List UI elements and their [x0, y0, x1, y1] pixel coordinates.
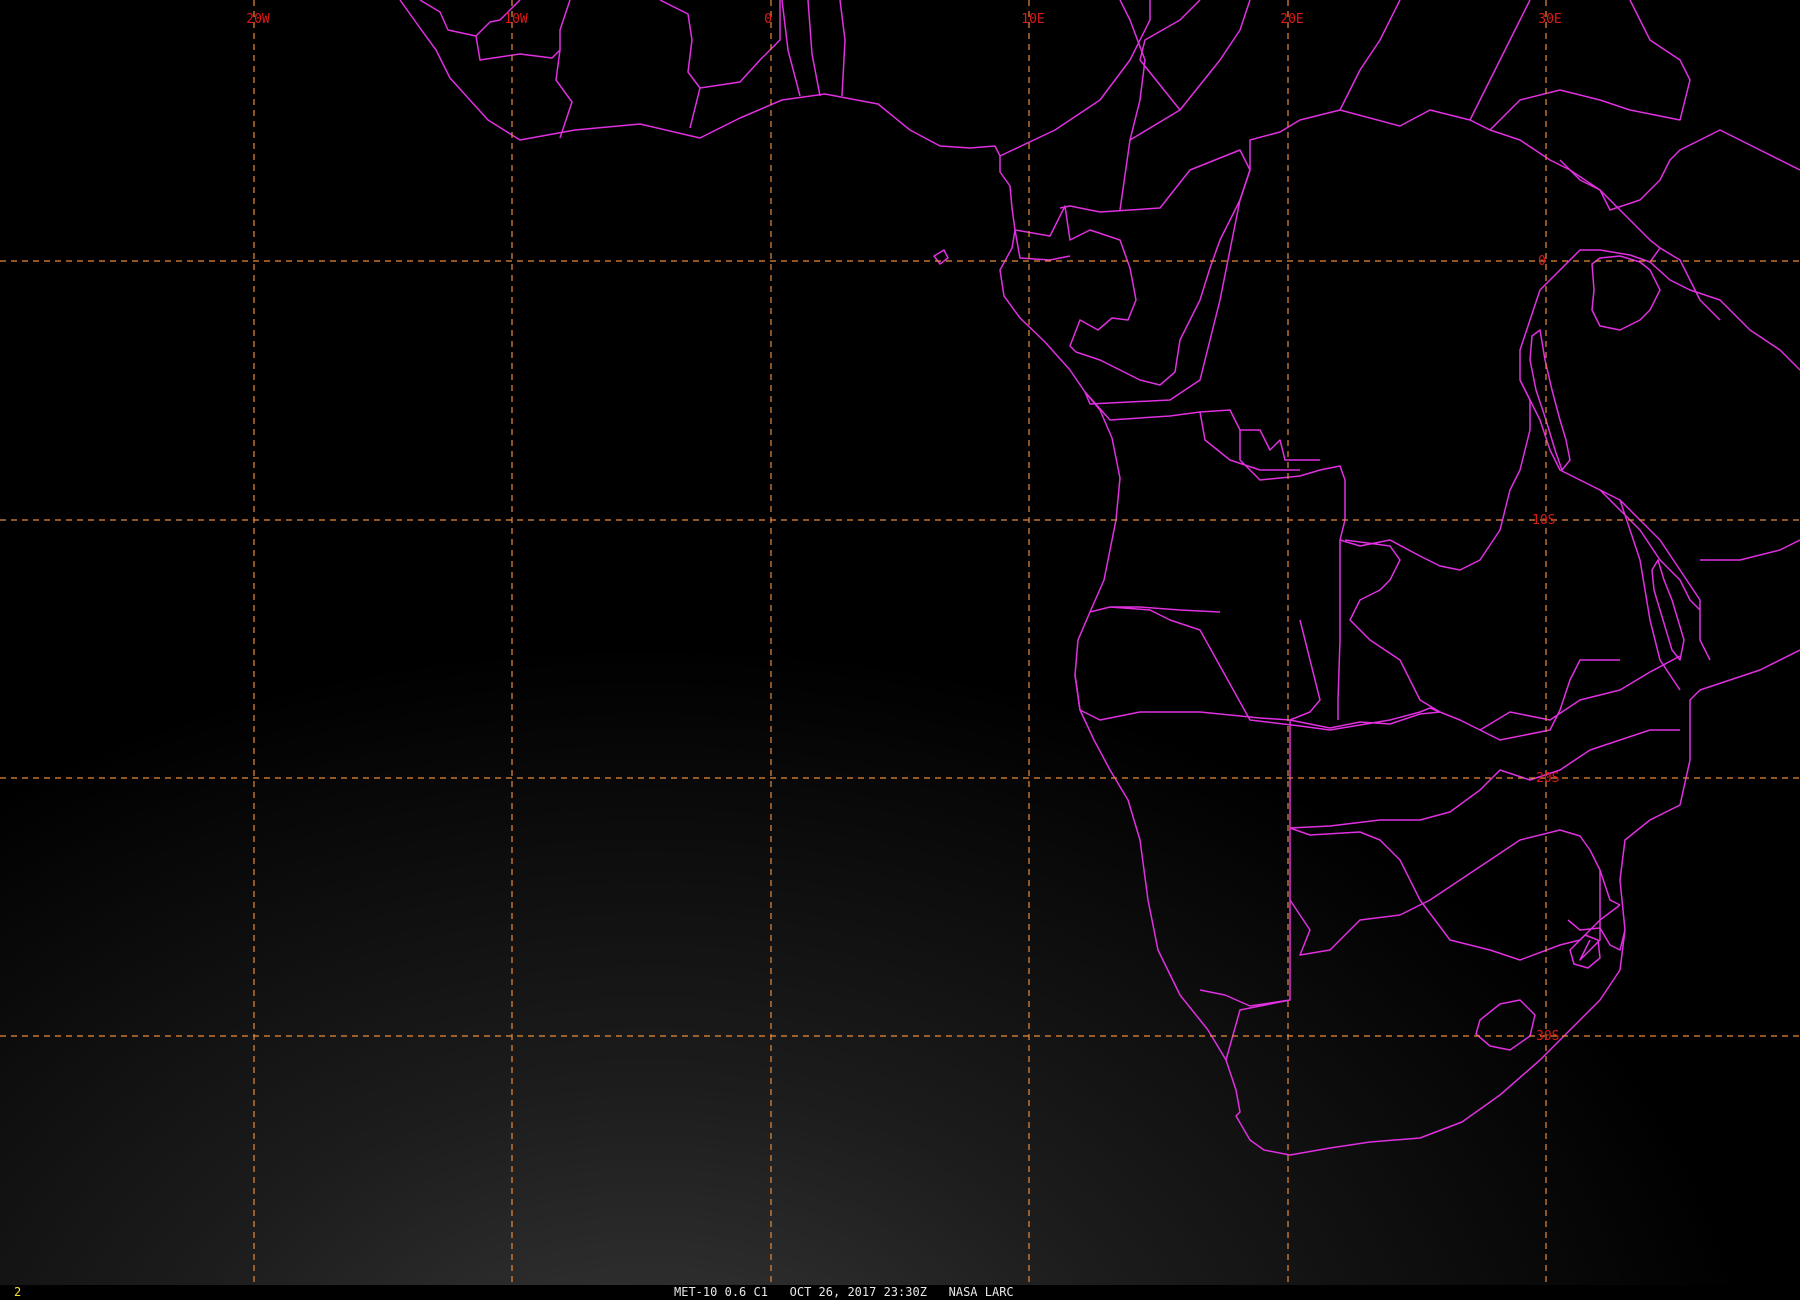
- data-source: NASA LARC: [948, 1285, 1014, 1299]
- lat-label-10s: 10S: [1532, 513, 1555, 528]
- lat-label-20s: 20S: [1536, 771, 1559, 786]
- lat-label-0: 0: [1538, 254, 1546, 269]
- image-date: OCT 26, 2017: [789, 1285, 877, 1299]
- lon-label-30e: 30E: [1538, 12, 1561, 27]
- lat-label-30s: 30S: [1536, 1029, 1559, 1044]
- image-time: 23:30Z: [883, 1285, 927, 1299]
- lon-label-10e: 10E: [1021, 12, 1044, 27]
- channel-label: 0.6 C1: [724, 1285, 768, 1299]
- satellite-map: 20W 10W 0 10E 20E 30E 0 10S 20S 30S: [0, 0, 1800, 1285]
- imagery-background: [0, 0, 1800, 1285]
- satellite-name: MET-10: [674, 1285, 718, 1299]
- frame-number: 2: [14, 1285, 22, 1299]
- lon-label-20w: 20W: [246, 12, 270, 27]
- image-caption: MET-10 0.6 C1 OCT 26, 2017 23:30Z NASA L…: [674, 1285, 1014, 1300]
- lon-label-20e: 20E: [1280, 12, 1303, 27]
- lon-label-10w: 10W: [504, 12, 528, 27]
- lon-label-0: 0: [764, 12, 772, 27]
- status-bar: 2 MET-10 0.6 C1 OCT 26, 2017 23:30Z NASA…: [0, 1285, 1800, 1300]
